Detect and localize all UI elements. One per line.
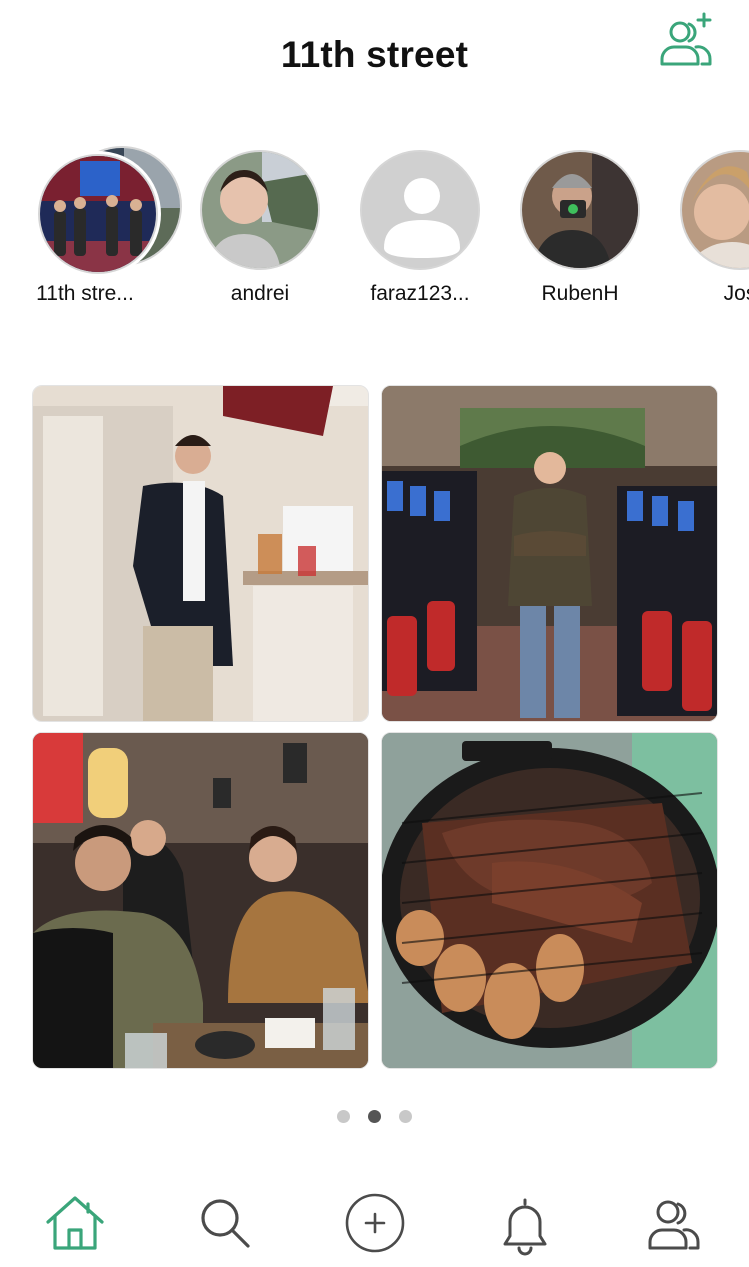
friends-icon [648,1200,700,1250]
story-andrei[interactable]: andrei [190,140,330,315]
add-friend-icon [660,12,712,66]
story-avatar-placeholder [360,150,480,270]
search-icon [201,1199,250,1248]
photo-tile[interactable] [381,732,718,1069]
story-label: 11th stre... [36,282,134,305]
tab-friends[interactable] [640,1188,710,1258]
bell-icon [503,1198,547,1256]
photo-grid [32,385,718,1069]
story-faraz[interactable]: faraz123... [350,140,490,315]
photo-tile[interactable] [32,732,369,1069]
story-avatar [520,150,640,270]
stories-row: 11th stre... andrei faraz123... RubenH J… [0,140,749,315]
tab-home[interactable] [40,1188,110,1258]
story-label: Jos [723,282,749,305]
story-avatar [680,150,749,270]
story-label: andrei [230,282,290,305]
tab-notifications[interactable] [490,1188,560,1258]
page-dot[interactable] [337,1110,350,1123]
story-group-11th-street[interactable]: 11th stre... [20,140,182,315]
story-avatar [200,150,320,270]
page-title: 11th street [280,34,469,75]
story-avatar [38,154,158,274]
story-rubenh[interactable]: RubenH [510,140,650,315]
plus-circle-icon [345,1193,405,1253]
photo-tile[interactable] [32,385,369,722]
header: 11th street [0,0,749,110]
story-jos[interactable]: Jos [670,140,749,315]
page-indicator [0,1110,749,1126]
tab-search[interactable] [190,1188,260,1258]
story-label: faraz123... [370,282,470,305]
story-label: RubenH [541,282,619,305]
page-dot-active[interactable] [368,1110,381,1123]
tab-create[interactable] [340,1188,410,1258]
photo-tile[interactable] [381,385,718,722]
page-dot[interactable] [399,1110,412,1123]
add-friend-button[interactable] [656,8,718,70]
home-icon [46,1196,104,1250]
tab-bar [0,1180,749,1267]
